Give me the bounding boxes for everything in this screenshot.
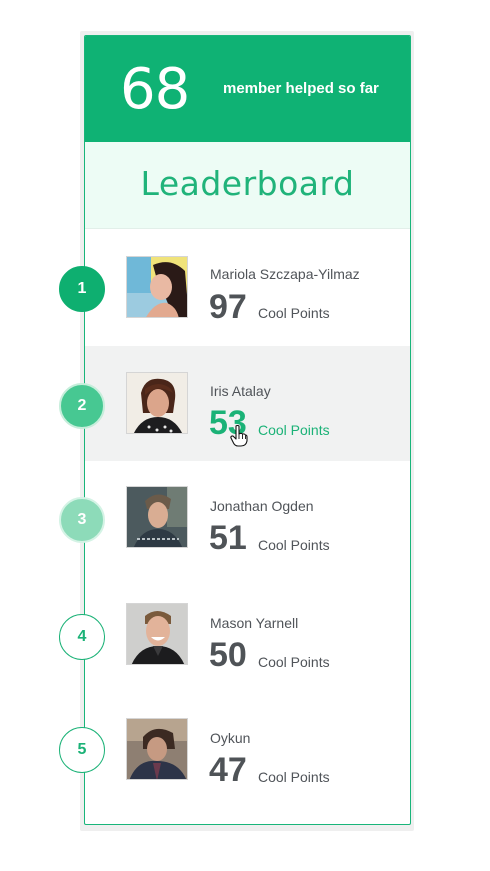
- leader-points: 50: [209, 636, 247, 674]
- helped-banner: 68 member helped so far: [85, 36, 410, 142]
- points-label: Cool Points: [258, 537, 330, 553]
- points-label: Cool Points: [258, 769, 330, 785]
- leaderboard-title: Leaderboard: [140, 164, 355, 203]
- avatar: [126, 718, 188, 780]
- leaderboard-page: 68 member helped so far Leaderboard Mari…: [0, 0, 490, 871]
- leader-name[interactable]: Iris Atalay: [210, 383, 271, 400]
- avatar: [126, 603, 188, 665]
- leader-row[interactable]: Mason Yarnell 50 Cool Points: [85, 578, 410, 693]
- rank-badge: 5: [59, 727, 105, 773]
- points-label: Cool Points: [258, 305, 330, 321]
- leader-points: 51: [209, 519, 247, 557]
- leader-points: 97: [209, 288, 247, 326]
- woman-portrait-avatar: [127, 257, 187, 317]
- avatar: [126, 372, 188, 434]
- points-label: Cool Points: [258, 422, 330, 438]
- leader-name[interactable]: Oykun: [210, 730, 250, 747]
- helped-count: 68: [120, 57, 190, 122]
- woman-short-hair-avatar: [127, 373, 187, 433]
- rank-badge: 2: [59, 383, 105, 429]
- leader-row[interactable]: Jonathan Ogden 51 Cool Points: [85, 461, 410, 576]
- rank-badge: 1: [59, 266, 105, 312]
- man-sweater-avatar: [127, 487, 187, 547]
- leader-points: 47: [209, 751, 247, 789]
- avatar: [126, 486, 188, 548]
- hand-cursor-icon: [230, 425, 248, 447]
- helped-caption: member helped so far: [223, 80, 379, 97]
- leader-name[interactable]: Mariola Szczapa-Yilmaz: [210, 266, 360, 283]
- leader-row[interactable]: Mariola Szczapa-Yilmaz 97 Cool Points: [85, 229, 410, 344]
- rank-badge: 3: [59, 497, 105, 543]
- rank-badge: 4: [59, 614, 105, 660]
- man-smiling-avatar: [127, 604, 187, 664]
- points-label: Cool Points: [258, 654, 330, 670]
- leader-row[interactable]: Oykun 47 Cool Points: [85, 693, 410, 808]
- avatar: [126, 256, 188, 318]
- leader-name[interactable]: Mason Yarnell: [210, 615, 298, 632]
- man-dark-jacket-avatar: [127, 719, 187, 779]
- leader-name[interactable]: Jonathan Ogden: [210, 498, 314, 515]
